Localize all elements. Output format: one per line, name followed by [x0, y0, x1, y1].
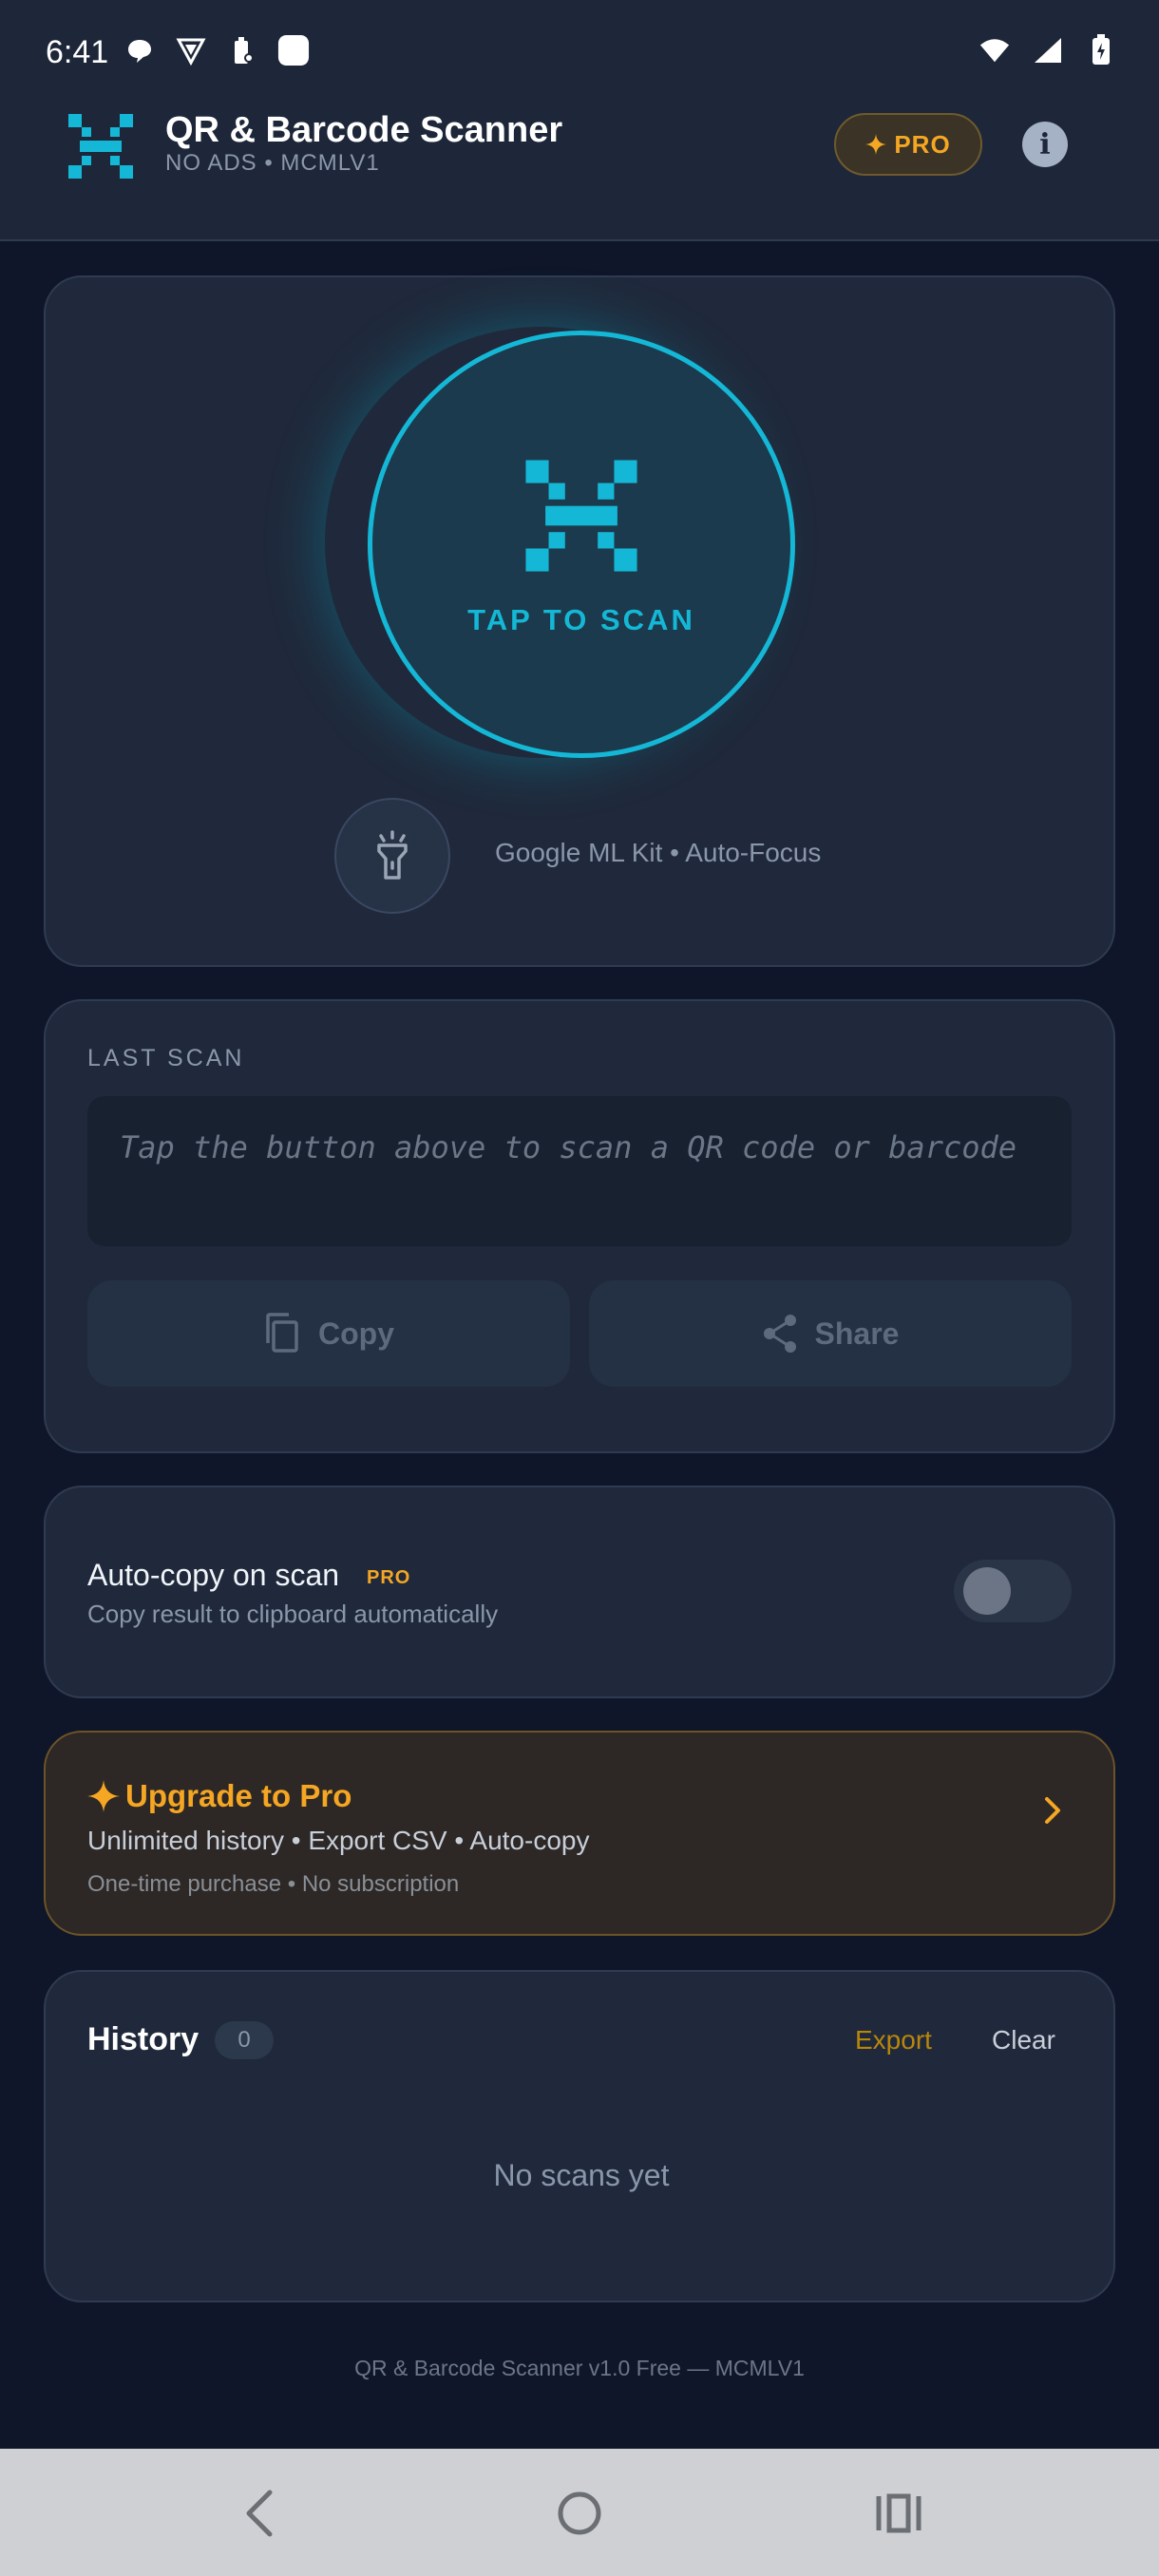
auto-copy-toggle[interactable]	[954, 1560, 1072, 1622]
last-scan-card: LAST SCAN Tap the button above to scan a…	[44, 999, 1115, 1453]
upgrade-title-text: Upgrade to Pro	[125, 1778, 352, 1813]
share-button[interactable]: Share	[589, 1280, 1072, 1387]
app-subtitle: NO ADS • MCMLV1	[165, 150, 380, 176]
copy-label: Copy	[318, 1316, 394, 1351]
history-count-badge: 0	[215, 2021, 274, 2059]
auto-copy-card: Auto-copy on scan PRO Copy result to cli…	[44, 1486, 1115, 1698]
status-time: 6:41	[46, 34, 109, 70]
engine-text: Google ML Kit • Auto-Focus	[495, 838, 822, 867]
recents-button[interactable]	[868, 2483, 929, 2544]
pro-button-label: PRO	[894, 129, 951, 159]
chat-bubble-icon	[124, 34, 156, 66]
signal-icon	[1032, 34, 1064, 66]
copy-button[interactable]: Copy	[87, 1280, 570, 1387]
auto-copy-title: Auto-copy on scan	[87, 1558, 340, 1592]
toggle-knob	[963, 1567, 1011, 1615]
app-header: 6:41 QR & Barcode Scanner NO ADS • MCMLV…	[0, 0, 1159, 241]
export-button[interactable]: Export	[855, 2025, 932, 2055]
scan-label: TAP TO SCAN	[467, 603, 695, 636]
auto-copy-subtitle: Copy result to clipboard automatically	[87, 1600, 499, 1628]
history-card: History 0 Export Clear No scans yet	[44, 1970, 1115, 2302]
chevron-right-icon	[1036, 1791, 1068, 1829]
battery-saver-icon	[226, 34, 258, 66]
back-button[interactable]	[230, 2483, 291, 2544]
app-logo-icon	[66, 112, 135, 180]
qr-scan-icon	[522, 457, 640, 575]
share-icon	[763, 1315, 796, 1353]
copy-icon	[266, 1313, 298, 1353]
status-bar: 6:41	[0, 0, 1159, 106]
upgrade-features: Unlimited history • Export CSV • Auto-co…	[87, 1826, 590, 1855]
battery-icon	[1085, 34, 1117, 66]
clear-button[interactable]: Clear	[992, 2025, 1055, 2055]
sparkle-icon	[87, 1780, 120, 1812]
upgrade-card[interactable]: Upgrade to Pro Unlimited history • Expor…	[44, 1731, 1115, 1936]
home-icon	[558, 2491, 601, 2535]
last-scan-label: LAST SCAN	[87, 1045, 245, 1071]
pro-button[interactable]: PRO	[834, 113, 982, 176]
shield-icon	[175, 34, 207, 66]
recents-icon	[876, 2493, 922, 2533]
system-icons	[978, 34, 1117, 66]
flashlight-icon	[377, 830, 408, 880]
info-icon[interactable]: i	[1022, 122, 1068, 167]
share-label: Share	[814, 1316, 900, 1351]
app-notification-icon	[277, 34, 310, 66]
scan-card: TAP TO SCAN Google ML Kit • Auto-Focus	[44, 275, 1115, 967]
wifi-icon	[978, 34, 1011, 66]
sparkle-icon	[865, 134, 887, 155]
history-empty-text: No scans yet	[493, 2158, 670, 2192]
back-icon	[246, 2490, 273, 2537]
upgrade-title: Upgrade to Pro	[87, 1778, 352, 1814]
scan-result-text: Tap the button above to scan a QR code o…	[87, 1096, 1072, 1246]
app-title: QR & Barcode Scanner	[165, 110, 563, 150]
pro-badge: PRO	[367, 1567, 411, 1588]
home-button[interactable]	[549, 2483, 610, 2544]
footer-text: QR & Barcode Scanner v1.0 Free — MCMLV1	[354, 2356, 805, 2380]
history-title: History	[87, 2021, 200, 2057]
system-nav-bar	[0, 2449, 1159, 2576]
flashlight-button[interactable]	[334, 798, 450, 914]
tap-to-scan-button[interactable]: TAP TO SCAN	[368, 331, 795, 758]
upgrade-note: One-time purchase • No subscription	[87, 1871, 460, 1897]
notification-icons	[124, 34, 310, 66]
